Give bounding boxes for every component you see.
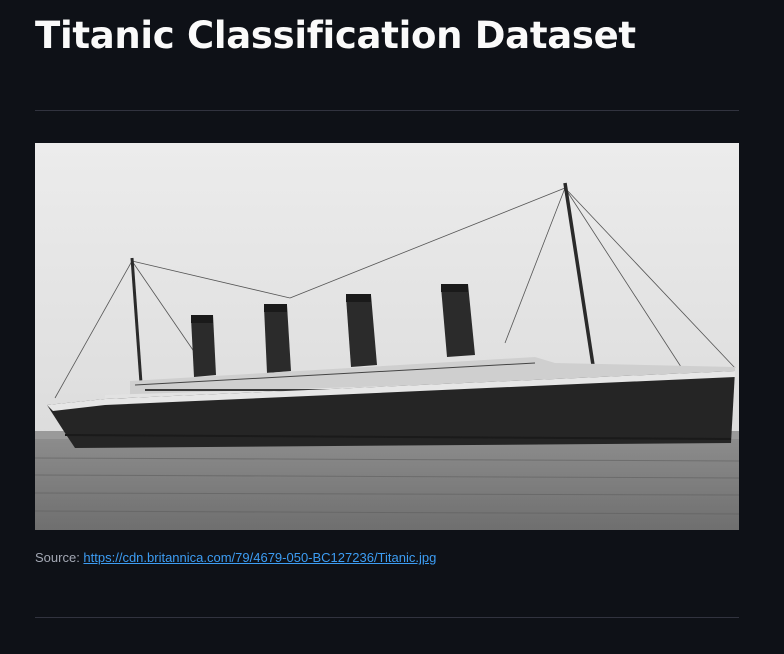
- divider-bottom: [35, 617, 739, 618]
- caption-source-label: Source:: [35, 550, 84, 565]
- page-title: Titanic Classification Dataset: [35, 14, 636, 57]
- photo-image: [35, 143, 739, 530]
- image-caption: Source: https://cdn.britannica.com/79/46…: [35, 550, 436, 565]
- source-link[interactable]: https://cdn.britannica.com/79/4679-050-B…: [83, 550, 436, 565]
- main-content: Titanic Classification Dataset Source: h…: [35, 0, 739, 618]
- titanic-photo: [35, 143, 739, 530]
- divider-top: [35, 110, 739, 111]
